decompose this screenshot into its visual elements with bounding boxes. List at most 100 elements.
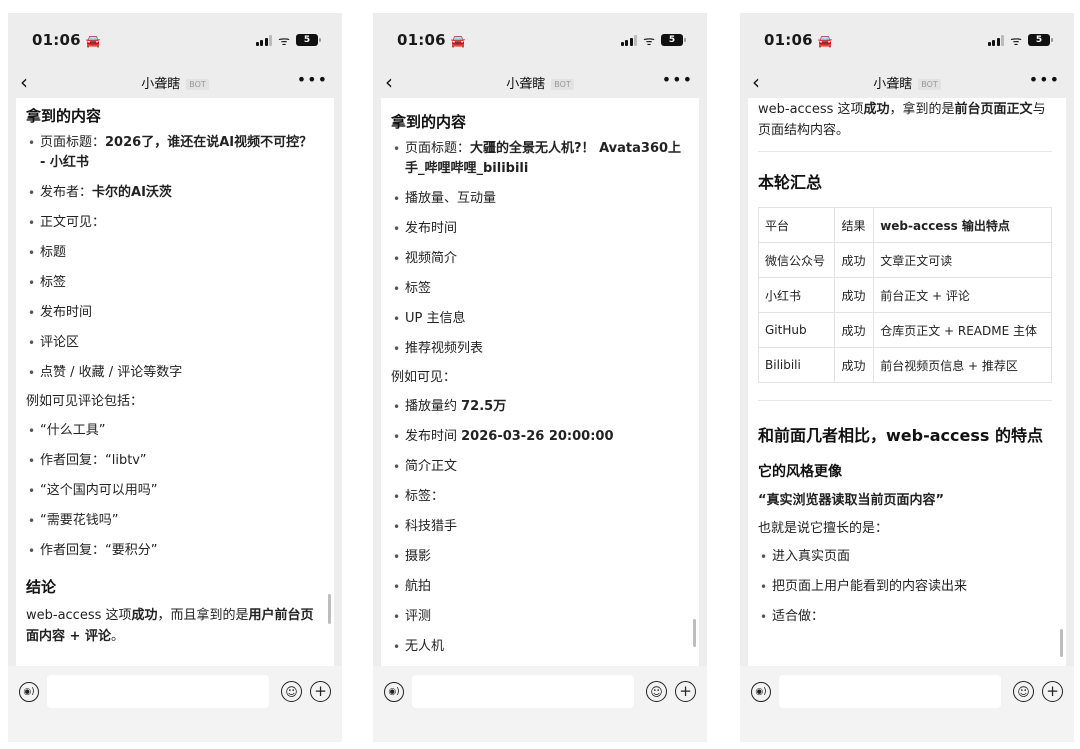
paragraph: 例如可见评论包括： [26,394,144,409]
bot-badge: BOT [918,79,941,90]
section-heading: 结论 [26,578,57,596]
text-run: ，而且拿到的是 [157,608,249,623]
car-icon: 🚘 [817,34,833,48]
table-cell: GitHub [757,312,836,348]
status-time: 01:06 🚘 [764,31,833,49]
table-cell: 成功 [834,242,875,278]
list-item: 作者回复：“要积分” [26,541,320,561]
more-icon[interactable]: ••• [1029,70,1060,89]
chat-name: 小聋瞎 [873,77,913,92]
paragraph: 也就是说它擅长的是： [758,521,889,536]
more-icon[interactable]: ••• [297,70,328,89]
battery-icon: 5 [296,34,321,46]
table-cell: 前台视频页信息 + 推荐区 [873,347,1052,383]
table-header-row: 平台 结果 web-access 输出特点 [757,207,1052,243]
plus-icon[interactable]: + [675,681,696,702]
message-card: web-access 这项成功，拿到的是前台页面正文与页面结构内容。 本轮汇总 … [748,98,1066,666]
list-item: 标题 [26,243,320,263]
voice-icon[interactable]: ◉) [19,682,39,702]
phone-screen-2: 01:06🚘 ᯤ 5 ‹ 小聋瞎BOT ••• 拿到的内容 页面标题：大疆的全景… [373,13,707,742]
input-bar: ◉) ☺ + [373,666,707,742]
list-item: 页面标题：大疆的全景无人机?！ Avata360上手_哔哩哔哩_bilibili [391,139,685,179]
chat-header: ‹ 小聋瞎 BOT ••• [8,68,342,98]
quote-text: “真实浏览器读取当前页面内容” [758,493,945,508]
table-row: 微信公众号 成功 文章正文可读 [757,242,1052,278]
message-input[interactable] [47,675,269,708]
list-item: 正文可见： [26,213,320,233]
text-run: 前台页面正文 [954,102,1033,117]
input-bar: ◉) ☺ + [740,666,1074,742]
message-input[interactable] [412,675,634,708]
section-heading: 和前面几者相比，web-access 的特点 [758,426,1043,445]
message-card: 拿到的内容 页面标题：2026了，谁还在说AI视频不可控？ - 小红书 发布者：… [16,98,334,666]
list-item: 评论区 [26,333,320,353]
list-item: 页面标题：2026了，谁还在说AI视频不可控？ - 小红书 [26,133,320,173]
emoji-icon[interactable]: ☺ [1013,681,1034,702]
time-text: 01:06 [32,31,81,49]
paragraph: web-access 这项成功，而且拿到的是用户前台页面内容 + 评论。 [26,605,320,647]
list-item: 标签 [26,273,320,293]
emoji-icon[interactable]: ☺ [646,681,667,702]
table-row: Bilibili 成功 前台视频页信息 + 推荐区 [757,347,1052,383]
list-item: 简介正文 [391,457,685,477]
list-item: “需要花钱吗” [26,511,320,531]
car-icon: 🚘 [450,34,466,48]
summary-table: 平台 结果 web-access 输出特点 微信公众号 成功 文章正文可读 小红… [757,207,1052,383]
list-item: 摄影 [391,547,685,567]
text-run: 。 [110,629,124,644]
more-icon[interactable]: ••• [662,70,693,89]
battery-icon: 5 [1028,34,1053,46]
chat-name: 小聋瞎 [506,77,546,92]
table-cell: 微信公众号 [757,242,836,278]
message-card: 拿到的内容 页面标题：大疆的全景无人机?！ Avata360上手_哔哩哔哩_bi… [381,98,699,666]
signal-icon [255,34,273,46]
item-prefix: 播放量约 [405,399,462,414]
section-heading: 拿到的内容 [391,113,467,131]
signal-icon [987,34,1005,46]
scrollbar[interactable] [328,594,331,624]
list-item: 视频简介 [391,249,685,269]
text-run: 成功 [131,608,158,623]
status-time: 01:06 🚘 [397,31,466,49]
list-item: 科技猎手 [391,517,685,537]
system-icons: ᯤ 5 [987,31,1053,49]
list-item: 无人机 [391,637,685,657]
item-value: 卡尔的AI沃茨 [92,185,172,200]
section-heading: 本轮汇总 [758,173,823,192]
scrollbar[interactable] [1060,629,1063,657]
paragraph: 例如可见： [391,370,457,385]
list-item: 评测 [391,607,685,627]
message-input[interactable] [779,675,1001,708]
item-value: 72.5万 [461,399,507,414]
list-item: 标签 [391,279,685,299]
list-item: 发布时间 [26,303,320,323]
time-text: 01:06 [764,31,813,49]
list-item: 发布时间 2026-03-26 20:00:00 [391,427,685,447]
scrollbar[interactable] [693,619,696,647]
list-item: “什么工具” [26,421,320,441]
car-icon: 🚘 [85,34,101,48]
chat-title: 小聋瞎 BOT [740,73,1074,92]
plus-icon[interactable]: + [1042,681,1063,702]
voice-icon[interactable]: ◉) [384,682,404,702]
chat-title: 小聋瞎 BOT [373,73,707,92]
list-item: 点赞 / 收藏 / 评论等数字 [26,363,320,383]
emoji-icon[interactable]: ☺ [281,681,302,702]
table-row: GitHub 成功 仓库页正文 + README 主体 [757,312,1052,348]
voice-icon[interactable]: ◉) [751,682,771,702]
table-cell: 成功 [834,312,875,348]
table-cell: Bilibili [757,347,836,383]
system-icons: ᯤ 5 [620,31,686,49]
list-item: 适合做： [758,607,1052,627]
section-heading: 拿到的内容 [26,107,102,125]
text-run: web-access 这项 [26,608,132,623]
table-cell: 小红书 [757,277,836,313]
table-row: 小红书 成功 前台正文 + 评论 [757,277,1052,313]
plus-icon[interactable]: + [310,681,331,702]
subheading: 它的风格更像 [758,464,842,480]
list-item: 航拍 [391,577,685,597]
wifi-icon: ᯤ [643,34,655,49]
input-bar: ◉) ☺ + [8,666,342,742]
list-item: 把页面上用户能看到的内容读出来 [758,577,1052,597]
list-item: 发布时间 [391,219,685,239]
